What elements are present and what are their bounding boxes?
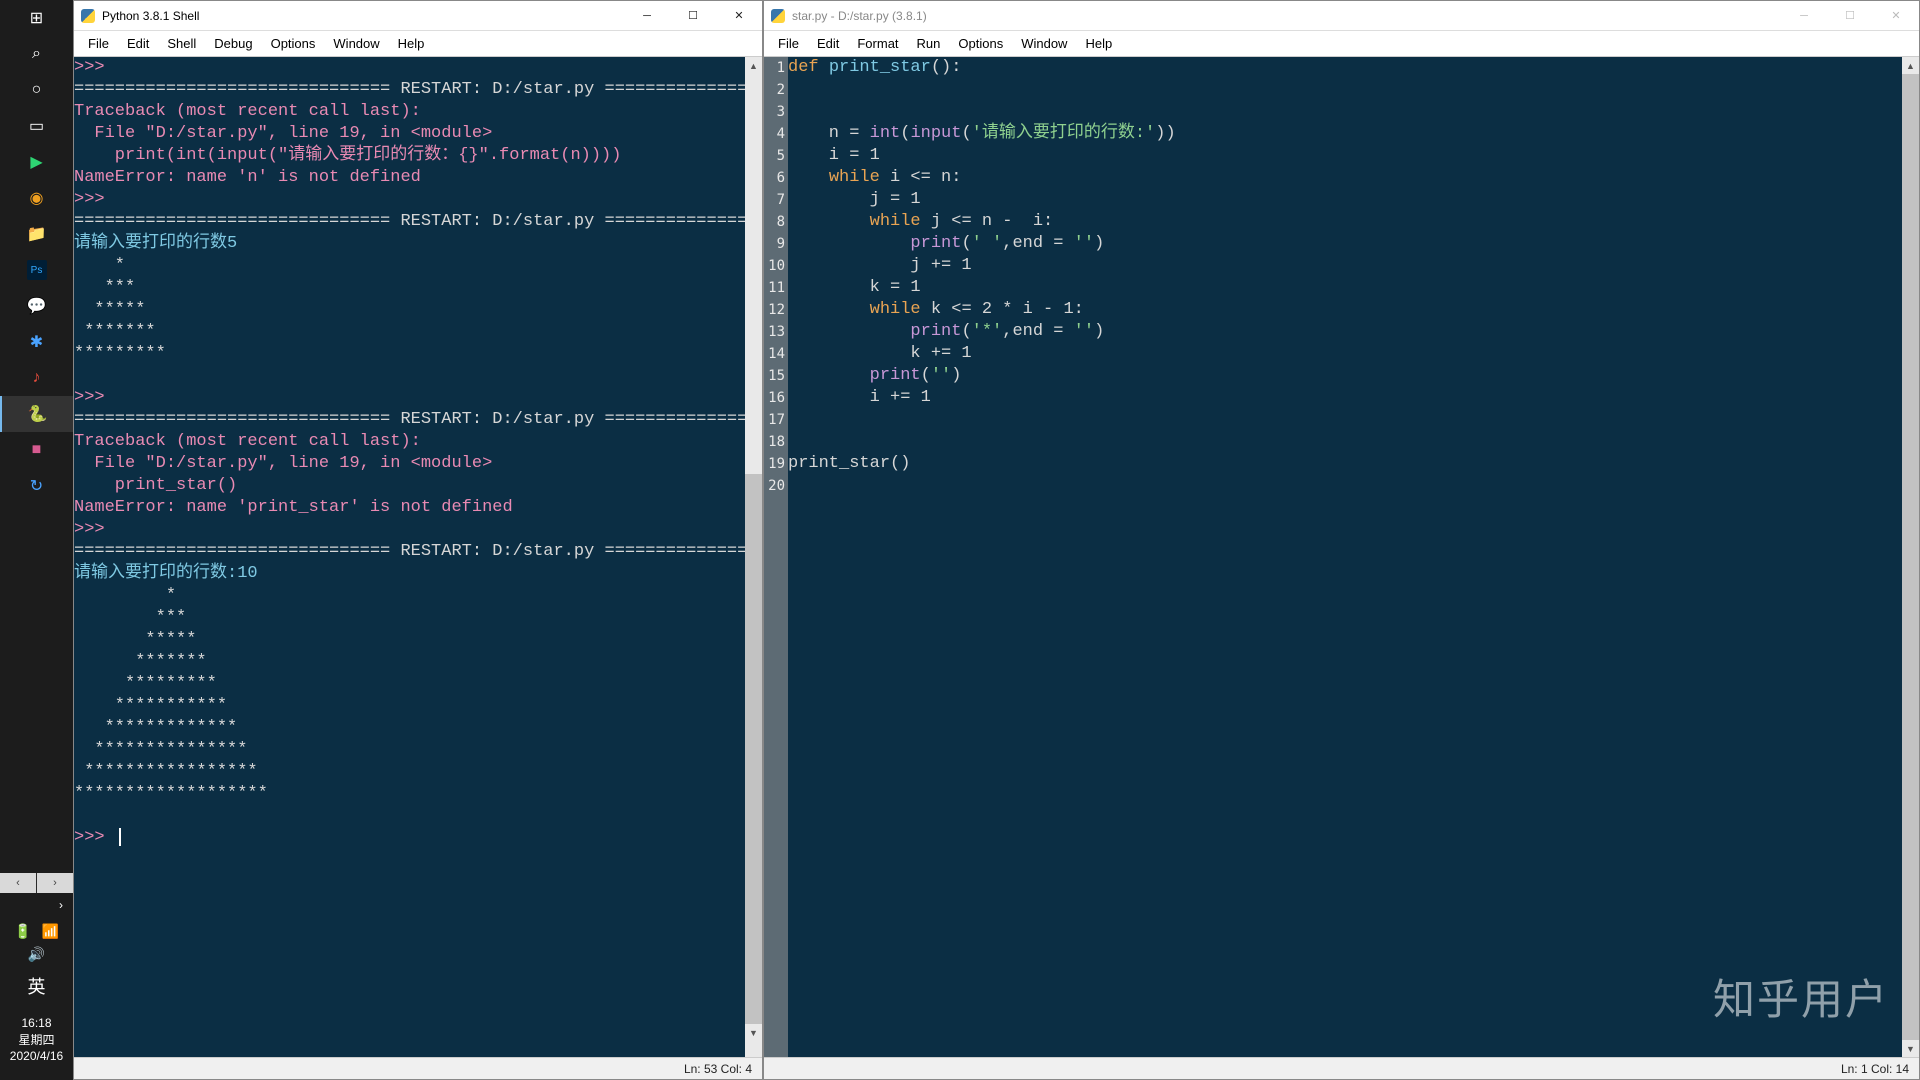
menu-format[interactable]: Format (849, 33, 906, 54)
clock-time: 16:18 (10, 1015, 63, 1031)
shell-titlebar[interactable]: Python 3.8.1 Shell ─ ☐ ✕ (74, 1, 762, 31)
scrollbar-thumb[interactable] (1902, 74, 1919, 1040)
close-button[interactable]: ✕ (716, 1, 762, 31)
code-editor[interactable]: def print_star(): n = int(input('请输入要打印的… (788, 57, 1902, 1057)
python-icon (770, 8, 786, 24)
menu-shell[interactable]: Shell (159, 33, 204, 54)
menu-options[interactable]: Options (263, 33, 324, 54)
menu-file[interactable]: File (770, 33, 807, 54)
maximize-button[interactable]: ☐ (1827, 1, 1873, 31)
scroll-up-icon[interactable]: ▲ (1902, 57, 1919, 74)
scroll-up-icon[interactable]: ▲ (745, 57, 762, 74)
battery-icon[interactable]: 🔋 (14, 923, 31, 940)
taskbar: ⊞⌕○▭▶◉📁 Ps 💬✱♪🐍■↻ ‹ › › 🔋 📶 🔊 英 16:18 星期四 … (0, 0, 73, 1080)
shell-cursor-position: Ln: 53 Col: 4 (684, 1062, 752, 1076)
clock[interactable]: 16:18 星期四 2020/4/16 (10, 1009, 63, 1074)
shell-statusbar: Ln: 53 Col: 4 (74, 1057, 762, 1079)
scrollbar[interactable]: ▲ ▼ (745, 57, 762, 1057)
menu-window[interactable]: Window (1013, 33, 1075, 54)
taskbar-item-cortana[interactable]: ○ (0, 72, 73, 108)
menu-help[interactable]: Help (1077, 33, 1120, 54)
menu-options[interactable]: Options (950, 33, 1011, 54)
menu-run[interactable]: Run (909, 33, 949, 54)
clock-date: 2020/4/16 (10, 1048, 63, 1064)
tray-overflow-icon[interactable]: › (0, 893, 73, 917)
scrollbar-thumb[interactable] (745, 474, 762, 1024)
taskbar-scroll-left[interactable]: ‹ (0, 873, 36, 893)
taskbar-item-wechat[interactable]: 💬 (0, 288, 73, 324)
ime-indicator[interactable]: 英 (28, 969, 46, 1003)
taskbar-scroll: ‹ › (0, 873, 73, 893)
minimize-button[interactable]: ─ (624, 1, 670, 31)
volume-icon[interactable]: 🔊 (28, 946, 45, 963)
menu-edit[interactable]: Edit (809, 33, 847, 54)
close-button[interactable]: ✕ (1873, 1, 1919, 31)
taskbar-item-idle[interactable]: 🐍 (0, 396, 73, 432)
maximize-button[interactable]: ☐ (670, 1, 716, 31)
line-number-gutter: 1234567891011121314151617181920 (764, 57, 788, 1057)
menu-debug[interactable]: Debug (206, 33, 260, 54)
scroll-down-icon[interactable]: ▼ (745, 1024, 762, 1041)
taskbar-item-pink[interactable]: ■ (0, 432, 73, 468)
taskbar-item-search[interactable]: ⌕ (0, 36, 73, 72)
shell-menubar: FileEditShellDebugOptionsWindowHelp (74, 31, 762, 57)
editor-menubar: FileEditFormatRunOptionsWindowHelp (764, 31, 1919, 57)
shell-title: Python 3.8.1 Shell (102, 9, 624, 23)
clock-day: 星期四 (10, 1032, 63, 1048)
wifi-icon[interactable]: 📶 (42, 923, 59, 940)
menu-window[interactable]: Window (325, 33, 387, 54)
editor-title: star.py - D:/star.py (3.8.1) (792, 9, 1781, 23)
system-tray: 🔋 📶 🔊 英 16:18 星期四 2020/4/16 (0, 917, 73, 1080)
taskbar-item-video[interactable]: ▶ (0, 144, 73, 180)
shell-output[interactable]: >>> =============================== REST… (74, 57, 745, 1057)
editor-titlebar[interactable]: star.py - D:/star.py (3.8.1) ─ ☐ ✕ (764, 1, 1919, 31)
scroll-down-icon[interactable]: ▼ (1902, 1040, 1919, 1057)
shell-window: Python 3.8.1 Shell ─ ☐ ✕ FileEditShellDe… (73, 0, 763, 1080)
editor-window: star.py - D:/star.py (3.8.1) ─ ☐ ✕ FileE… (763, 0, 1920, 1080)
taskbar-item-start[interactable]: ⊞ (0, 0, 73, 36)
taskbar-item-apps[interactable]: ✱ (0, 324, 73, 360)
menu-file[interactable]: File (80, 33, 117, 54)
menu-edit[interactable]: Edit (119, 33, 157, 54)
taskbar-scroll-right[interactable]: › (37, 873, 73, 893)
taskbar-item-photoshop[interactable]: Ps (27, 260, 47, 280)
menu-help[interactable]: Help (390, 33, 433, 54)
minimize-button[interactable]: ─ (1781, 1, 1827, 31)
scrollbar[interactable]: ▲ ▼ (1902, 57, 1919, 1057)
editor-cursor-position: Ln: 1 Col: 14 (1841, 1062, 1909, 1076)
taskbar-item-taskview[interactable]: ▭ (0, 108, 73, 144)
python-icon (80, 8, 96, 24)
taskbar-item-chrome[interactable]: ◉ (0, 180, 73, 216)
taskbar-item-updater[interactable]: ↻ (0, 468, 73, 504)
taskbar-item-music[interactable]: ♪ (0, 360, 73, 396)
taskbar-item-explorer[interactable]: 📁 (0, 216, 73, 252)
editor-statusbar: Ln: 1 Col: 14 (764, 1057, 1919, 1079)
